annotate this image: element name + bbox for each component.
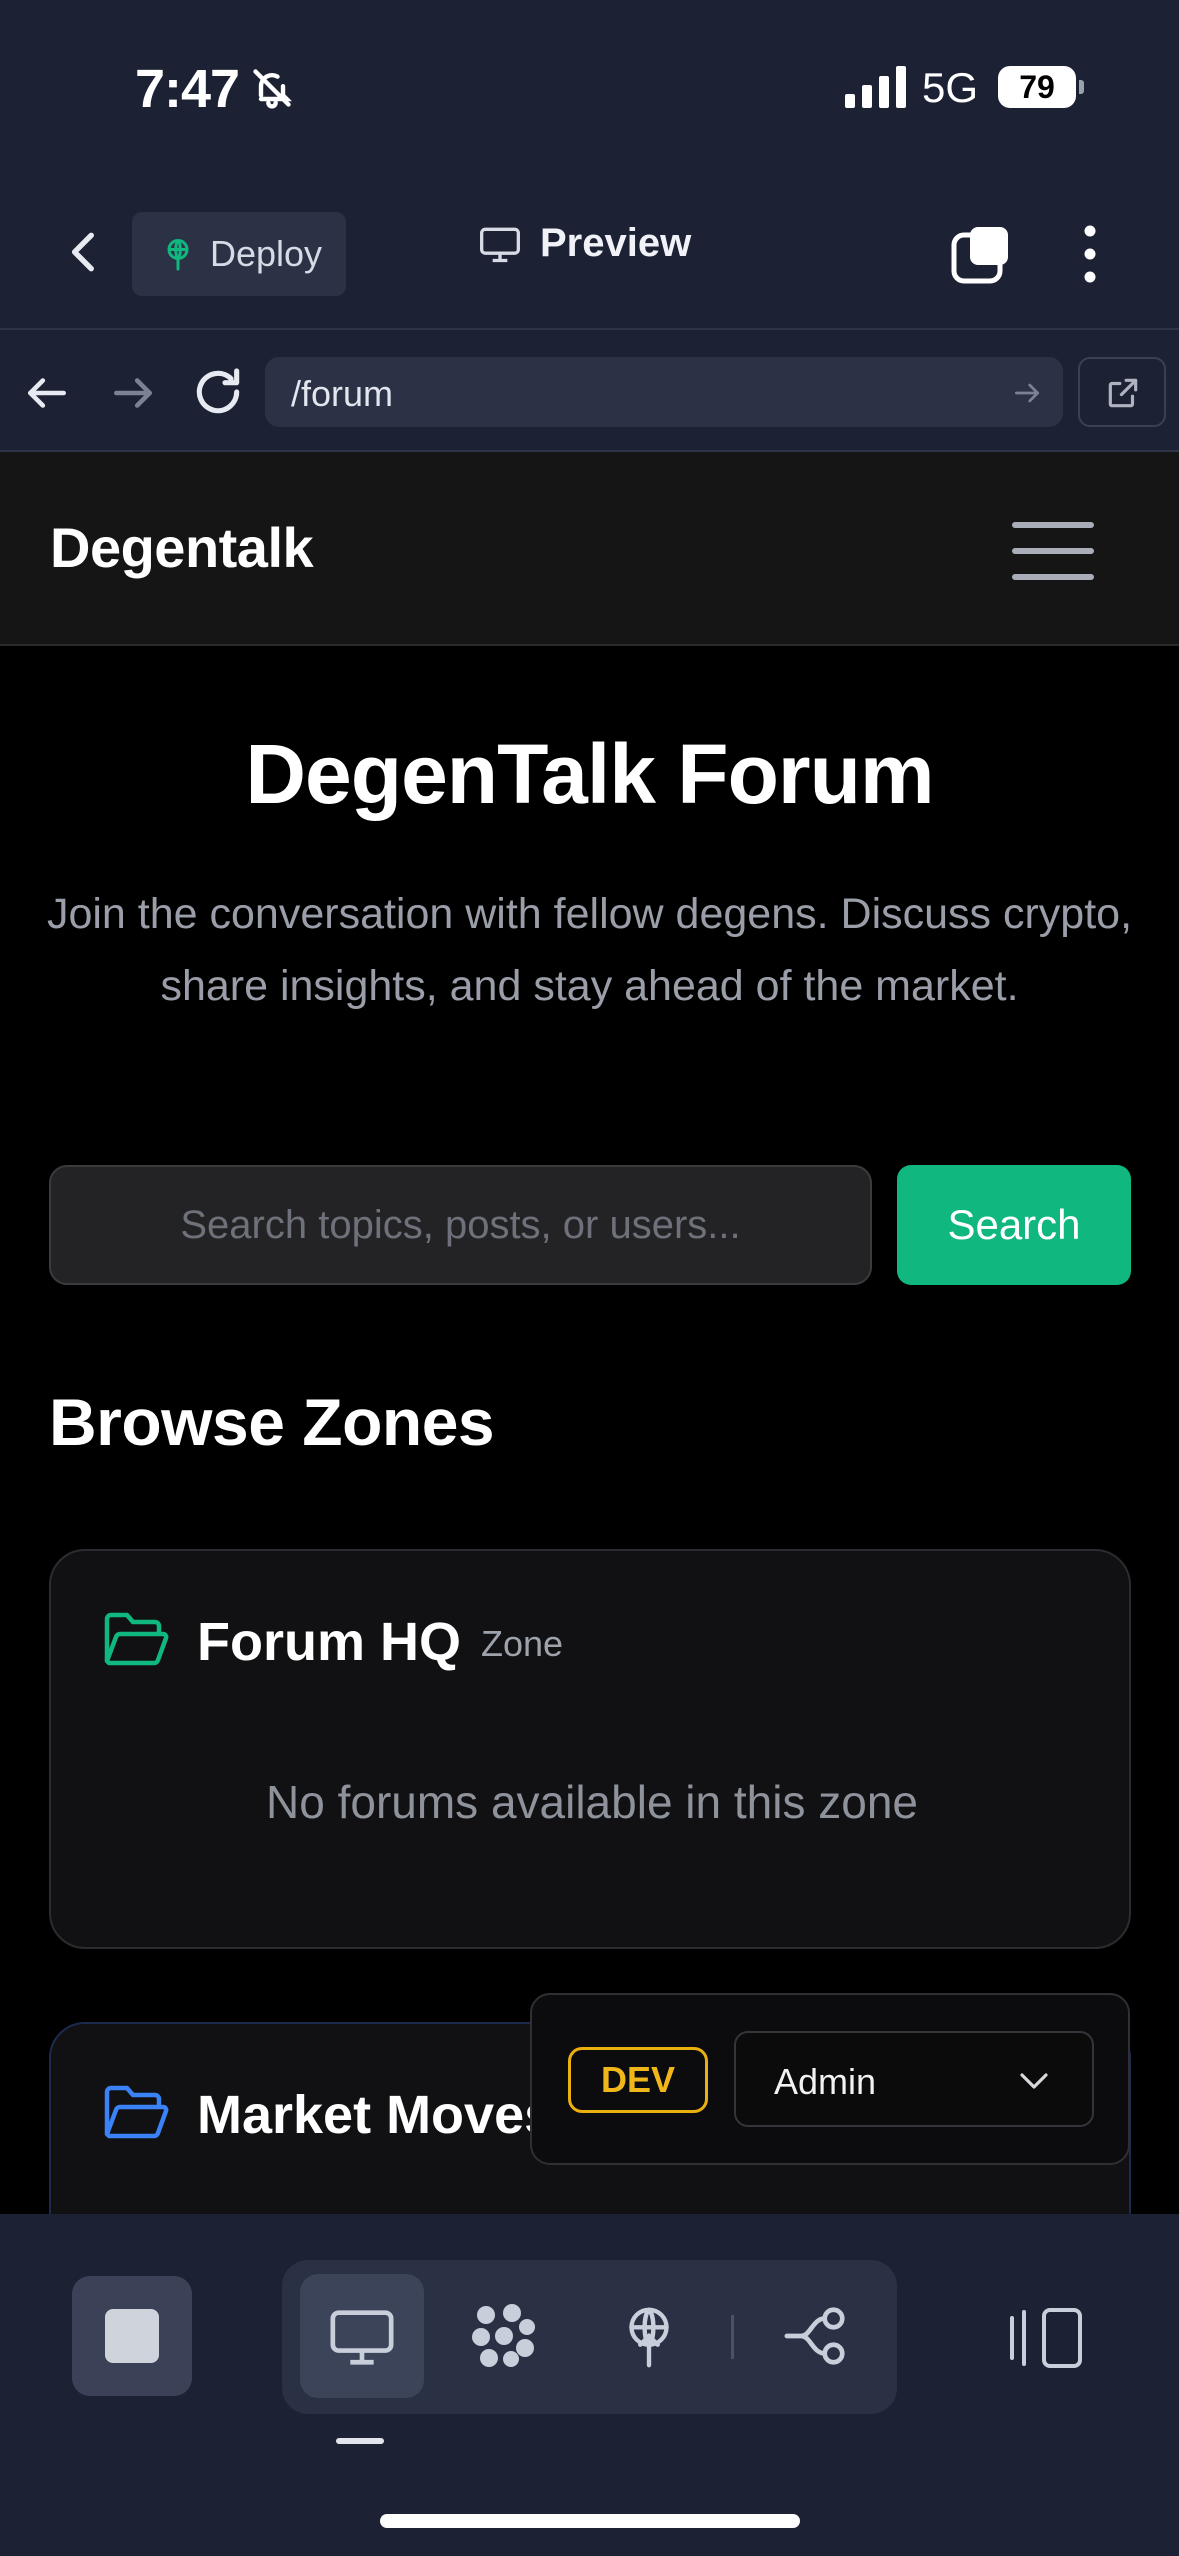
network-type: 5G: [922, 64, 979, 111]
app-toolbar: Deploy Preview: [0, 175, 1179, 330]
open-external-button[interactable]: [1078, 357, 1166, 427]
empty-state-text: No forums available in this zone: [266, 1776, 918, 1828]
monitor-icon: [330, 2310, 394, 2365]
dev-role-panel: DEV Admin: [530, 1993, 1130, 2165]
deploy-label: Deploy: [210, 233, 323, 274]
zone-tag: Zone: [481, 1623, 564, 1664]
zone-name: Market Moves: [197, 2085, 555, 2145]
zone-name: Forum HQ: [197, 1612, 461, 1672]
folder-open-icon: [104, 1612, 169, 1666]
bottom-toolbar: [0, 2214, 1179, 2556]
deploy-tool-button[interactable]: [587, 2274, 711, 2398]
bell-muted-icon: [253, 69, 292, 109]
preview-label: Preview: [540, 221, 692, 265]
site-header: Degentalk: [0, 452, 1179, 646]
folder-open-icon: [104, 2085, 169, 2139]
reload-icon[interactable]: [190, 364, 246, 420]
active-tool-indicator: [336, 2438, 384, 2444]
more-options-icon[interactable]: [1070, 223, 1110, 285]
page-content: DegenTalk Forum Join the conversation wi…: [0, 646, 1179, 2214]
go-arrow-icon[interactable]: [1011, 377, 1043, 409]
preview-tab[interactable]: Preview: [478, 221, 691, 266]
chevron-down-icon: [1020, 2073, 1048, 2089]
url-bar[interactable]: /forum: [265, 357, 1063, 427]
deploy-button[interactable]: Deploy: [132, 212, 346, 296]
git-tool-button[interactable]: [754, 2274, 878, 2398]
workspace-grid-icon: [472, 2304, 535, 2367]
search-input[interactable]: [49, 1165, 872, 1285]
cellular-signal-icon: [845, 66, 906, 108]
tabs-icon[interactable]: [950, 225, 1012, 287]
role-select[interactable]: Admin: [734, 2031, 1094, 2127]
deploy-icon: [629, 2307, 669, 2368]
home-indicator: [380, 2514, 800, 2528]
zone-card[interactable]: Forum HQ Zone No forums available in thi…: [49, 1549, 1131, 1949]
stop-button[interactable]: [72, 2276, 192, 2396]
git-branch-icon: [784, 2307, 845, 2365]
page-subtitle: Join the conversation with fellow degens…: [46, 890, 1133, 1010]
back-chevron-icon[interactable]: [60, 227, 110, 277]
arrow-left-icon[interactable]: [22, 368, 72, 418]
section-title: Browse Zones: [49, 1385, 495, 1459]
arrow-right-icon[interactable]: [108, 368, 158, 418]
browser-bar: /forum: [0, 332, 1179, 452]
hamburger-menu-icon[interactable]: [1012, 522, 1094, 580]
site-logo[interactable]: Degentalk: [50, 515, 314, 580]
status-time: 7:47: [135, 59, 240, 119]
page-title: DegenTalk Forum: [245, 727, 934, 821]
role-select-value: Admin: [774, 2061, 877, 2102]
tool-switcher: [282, 2260, 897, 2414]
deploy-icon: [167, 239, 189, 271]
status-bar: 7:47 5G 79: [0, 0, 1179, 175]
monitor-icon: [480, 227, 520, 262]
panel-toggle-icon[interactable]: [1008, 2306, 1084, 2370]
search-button[interactable]: Search: [897, 1165, 1131, 1285]
external-link-icon: [1108, 378, 1138, 408]
workspace-tool-button[interactable]: [442, 2274, 566, 2398]
toolbar-divider: [731, 2315, 734, 2359]
dev-badge: DEV: [568, 2047, 708, 2113]
url-text: /forum: [291, 373, 394, 414]
battery-indicator: 79: [998, 66, 1084, 108]
preview-tool-button[interactable]: [300, 2274, 424, 2398]
